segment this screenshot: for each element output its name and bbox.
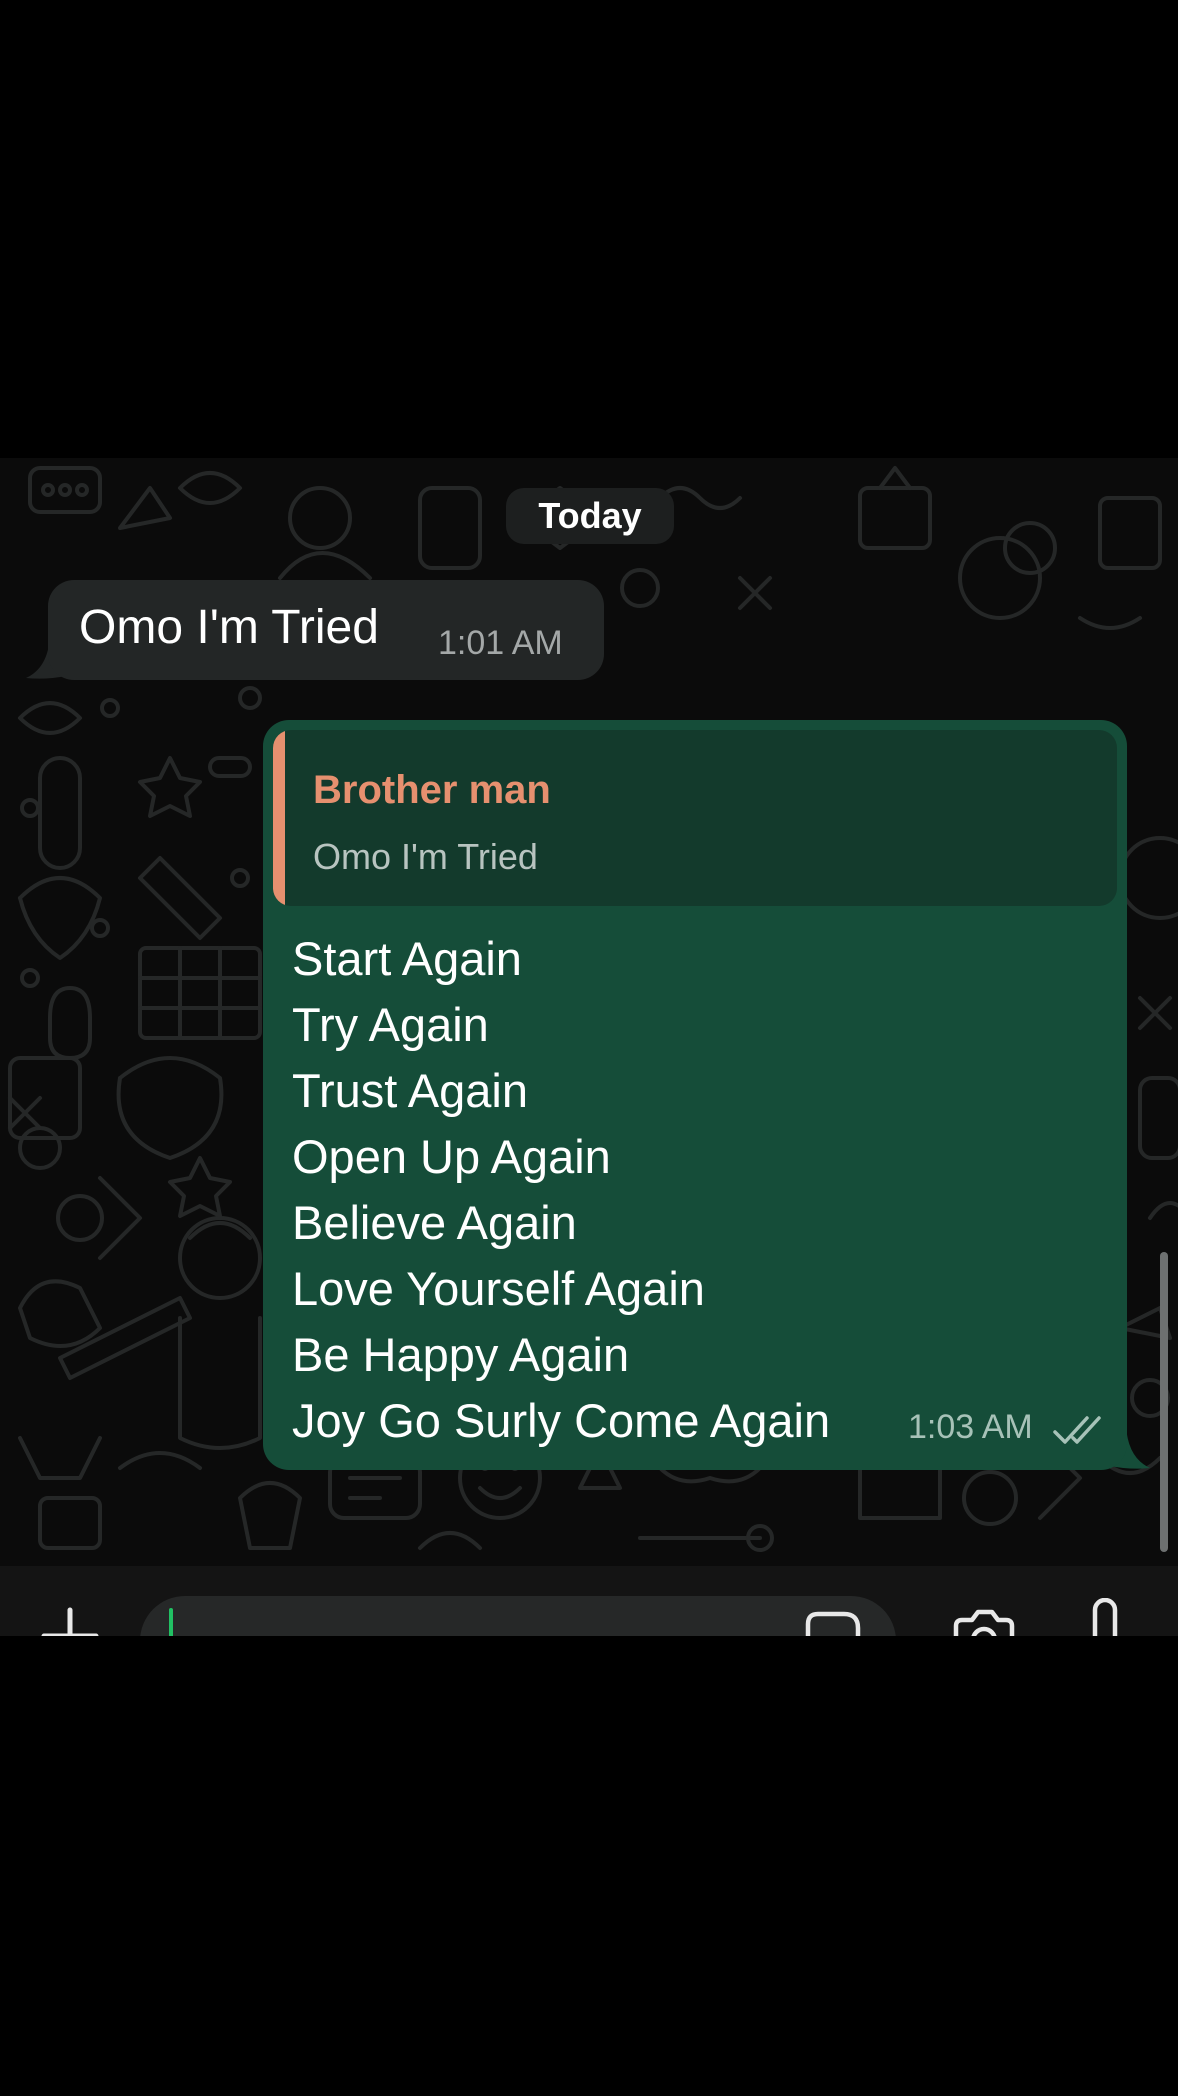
message-line: Try Again: [292, 998, 489, 1051]
message-line: Love Yourself Again: [292, 1262, 705, 1315]
date-label: Today: [538, 495, 642, 536]
message-composer: [0, 1566, 1178, 1636]
microphone-icon[interactable]: [1080, 1598, 1130, 1636]
outgoing-message[interactable]: Brother man Omo I'm Tried Start Again Tr…: [263, 720, 1127, 1470]
message-line: Joy Go Surly Come Again: [292, 1394, 831, 1447]
incoming-message-time: 1:01 AM: [438, 624, 563, 662]
quote-accent-bar: [273, 730, 285, 906]
message-line: Be Happy Again: [292, 1328, 630, 1381]
date-divider: Today: [506, 488, 674, 544]
quoted-author: Brother man: [313, 768, 551, 812]
camera-icon[interactable]: [948, 1604, 1020, 1636]
text-cursor: [169, 1608, 173, 1636]
message-line: Believe Again: [292, 1196, 577, 1249]
scrollbar[interactable]: [1160, 1252, 1168, 1552]
message-line: Open Up Again: [292, 1130, 611, 1183]
message-line: Start Again: [292, 932, 522, 985]
message-line: Trust Again: [292, 1064, 528, 1117]
message-lines: Start Again Try Again Trust Again Open U…: [292, 926, 830, 1454]
sticker-icon[interactable]: [804, 1610, 864, 1636]
incoming-message-text: Omo I'm Tried: [79, 601, 379, 654]
plus-icon[interactable]: [40, 1606, 100, 1636]
quoted-text: Omo I'm Tried: [313, 836, 538, 877]
incoming-message[interactable]: Omo I'm Tried 1:01 AM: [48, 580, 604, 680]
quoted-reply[interactable]: Brother man Omo I'm Tried: [273, 730, 1117, 906]
double-check-icon: [1053, 1416, 1101, 1444]
outgoing-message-time: 1:03 AM: [908, 1408, 1033, 1446]
chat-area[interactable]: Today Omo I'm Tried 1:01 AM Brother man …: [0, 458, 1178, 1566]
message-input[interactable]: [140, 1596, 896, 1636]
